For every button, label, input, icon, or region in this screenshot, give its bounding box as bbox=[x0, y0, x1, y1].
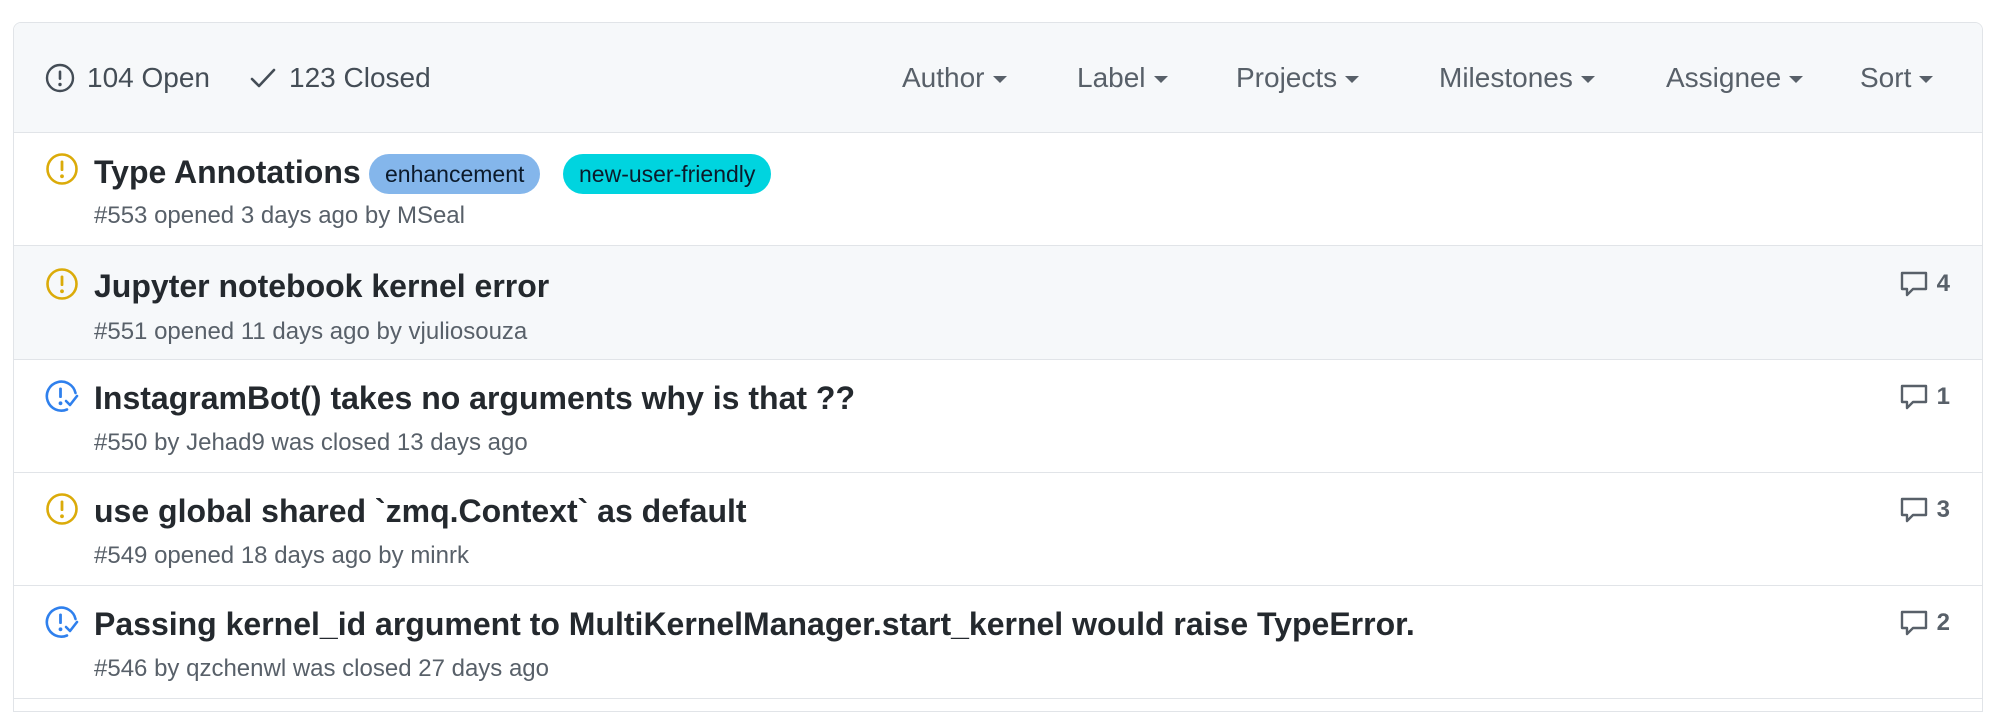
issue-meta: #549 opened 18 days ago by minrk bbox=[94, 542, 469, 570]
comment-icon bbox=[1900, 610, 1927, 636]
sort-filter[interactable]: Sort bbox=[1860, 23, 1934, 132]
meta-text: by bbox=[154, 655, 180, 682]
author-filter[interactable]: Author bbox=[902, 23, 1007, 132]
comment-count: 3 bbox=[1936, 496, 1950, 523]
meta-text: by bbox=[154, 429, 180, 456]
meta-time: 18 days ago bbox=[240, 542, 372, 569]
projects-filter[interactable]: Projects bbox=[1236, 23, 1360, 132]
comment-count: 1 bbox=[1936, 383, 1950, 410]
issue-author-link[interactable]: minrk bbox=[410, 542, 469, 569]
closed-count: 123 Closed bbox=[289, 61, 431, 93]
issues-header: 104 Open 123 Closed Author Label Project… bbox=[14, 23, 1982, 133]
comments-link[interactable]: 4 bbox=[1899, 269, 1950, 299]
sort-filter-label: Sort bbox=[1860, 61, 1912, 93]
meta-time: 11 days ago bbox=[240, 318, 370, 345]
issue-number[interactable]: #553 bbox=[94, 202, 147, 229]
open-issue-icon bbox=[46, 493, 78, 525]
open-count: 104 Open bbox=[87, 61, 210, 93]
meta-text: by bbox=[376, 318, 402, 345]
issue-row[interactable]: Type Annotations enhancement new-user-fr… bbox=[14, 132, 1982, 246]
label-filter-label: Label bbox=[1077, 61, 1146, 93]
meta-text: was closed bbox=[292, 655, 412, 682]
open-issue-icon bbox=[46, 153, 78, 185]
closed-issues-filter[interactable]: 123 Closed bbox=[249, 23, 431, 132]
issues-list-box: 104 Open 123 Closed Author Label Project… bbox=[13, 22, 1983, 712]
issue-title[interactable]: InstagramBot() takes no arguments why is… bbox=[94, 380, 855, 417]
chevron-down-icon bbox=[1789, 75, 1804, 83]
meta-text: by bbox=[364, 202, 391, 229]
comment-icon bbox=[1900, 271, 1927, 297]
comment-icon bbox=[1900, 497, 1927, 523]
label-enhancement[interactable]: enhancement bbox=[369, 154, 541, 194]
issue-number[interactable]: #551 bbox=[94, 318, 147, 345]
issue-title[interactable]: Passing kernel_id argument to MultiKerne… bbox=[94, 606, 1415, 643]
issue-meta: #551 opened 11 days ago by vjuliosouza bbox=[94, 318, 527, 346]
issue-number[interactable]: #546 bbox=[94, 655, 147, 682]
chevron-down-icon bbox=[1153, 75, 1168, 83]
issue-row[interactable]: Passing kernel_id argument to MultiKerne… bbox=[14, 586, 1982, 699]
meta-text: opened bbox=[154, 318, 235, 345]
meta-time: 27 days ago bbox=[418, 655, 550, 682]
issue-row[interactable]: Jupyter notebook kernel error #551 opene… bbox=[14, 246, 1982, 360]
closed-issue-icon bbox=[45, 380, 79, 412]
open-issue-icon bbox=[45, 63, 75, 92]
issue-author-link[interactable]: vjuliosouza bbox=[409, 318, 528, 345]
issue-number[interactable]: #549 bbox=[94, 542, 147, 569]
issue-author-link[interactable]: Jehad9 bbox=[186, 429, 265, 456]
chevron-down-icon bbox=[1580, 75, 1595, 83]
projects-filter-label: Projects bbox=[1236, 61, 1338, 93]
issue-row[interactable]: InstagramBot() takes no arguments why is… bbox=[14, 360, 1982, 473]
milestones-filter[interactable]: Milestones bbox=[1439, 23, 1595, 132]
comment-count: 4 bbox=[1936, 270, 1950, 297]
meta-time: 13 days ago bbox=[396, 429, 528, 456]
author-filter-label: Author bbox=[902, 61, 985, 93]
closed-issue-icon bbox=[45, 606, 79, 638]
issue-meta: #550 by Jehad9 was closed 13 days ago bbox=[94, 429, 528, 457]
comment-icon bbox=[1900, 384, 1927, 410]
label-new-user-friendly[interactable]: new-user-friendly bbox=[563, 154, 772, 194]
comment-count: 2 bbox=[1936, 609, 1950, 636]
assignee-filter[interactable]: Assignee bbox=[1666, 23, 1804, 132]
issue-title[interactable]: use global shared `zmq.Context` as defau… bbox=[94, 493, 747, 530]
issue-title[interactable]: Type Annotations bbox=[94, 154, 361, 191]
comments-link[interactable]: 2 bbox=[1899, 608, 1950, 638]
issue-meta: #546 by qzchenwl was closed 27 days ago bbox=[94, 655, 549, 683]
meta-text: by bbox=[378, 542, 404, 569]
issue-row[interactable]: use global shared `zmq.Context` as defau… bbox=[14, 473, 1982, 586]
issue-title[interactable]: Jupyter notebook kernel error bbox=[94, 268, 549, 305]
open-issues-filter[interactable]: 104 Open bbox=[45, 23, 210, 132]
comments-link[interactable]: 3 bbox=[1899, 495, 1950, 525]
issue-author-link[interactable]: qzchenwl bbox=[186, 655, 286, 682]
comments-link[interactable]: 1 bbox=[1899, 382, 1950, 412]
meta-text: opened bbox=[154, 542, 235, 569]
label-filter[interactable]: Label bbox=[1077, 23, 1168, 132]
chevron-down-icon bbox=[1919, 75, 1934, 83]
open-issue-icon bbox=[46, 268, 78, 300]
meta-text: opened bbox=[154, 202, 235, 229]
meta-time: 3 days ago bbox=[240, 202, 359, 229]
check-icon bbox=[250, 68, 276, 87]
chevron-down-icon bbox=[1345, 75, 1360, 83]
milestones-filter-label: Milestones bbox=[1439, 61, 1573, 93]
meta-text: was closed bbox=[271, 429, 391, 456]
chevron-down-icon bbox=[992, 75, 1007, 83]
issue-author-link[interactable]: MSeal bbox=[397, 202, 465, 229]
issue-meta: #553 opened 3 days ago by MSeal bbox=[94, 202, 465, 230]
assignee-filter-label: Assignee bbox=[1666, 61, 1782, 93]
issue-number[interactable]: #550 bbox=[94, 429, 147, 456]
